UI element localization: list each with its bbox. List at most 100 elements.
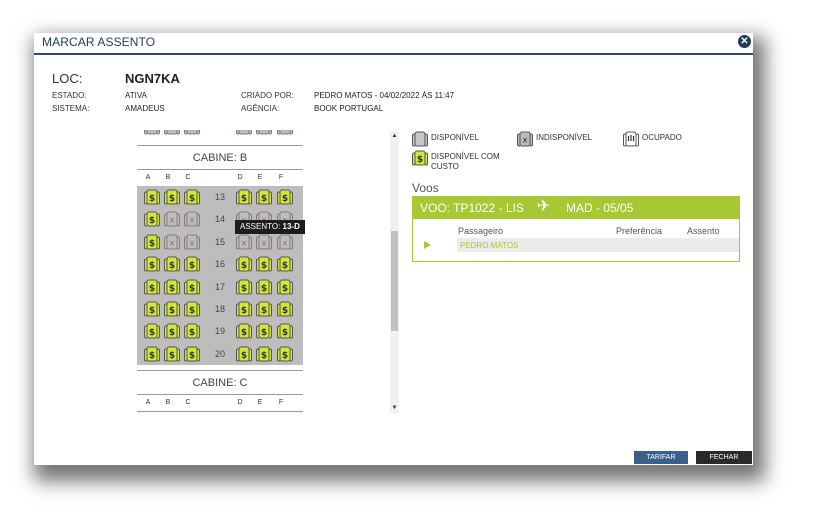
seat-occupied-icon xyxy=(623,131,639,147)
seat-18a[interactable]: $ xyxy=(144,301,160,318)
svg-text:$: $ xyxy=(261,328,267,338)
sistema-label: SISTEMA: xyxy=(52,104,90,113)
svg-text:x: x xyxy=(242,238,247,247)
column-header-a: A xyxy=(145,399,151,406)
seat-15f: x xyxy=(277,234,293,251)
divider xyxy=(137,145,303,146)
svg-text:$: $ xyxy=(417,155,423,165)
passenger-row[interactable]: PEDRO MATOS xyxy=(457,238,739,252)
flight-panel: VOO: TP1022 - LIS ✈ MAD - 05/05 Passagei… xyxy=(412,196,740,262)
seat-partial: x xyxy=(164,130,180,136)
criado-value: PEDRO MATOS - 04/02/2022 ÀS 11:47 xyxy=(314,91,455,100)
fechar-button[interactable]: FECHAR xyxy=(696,451,752,464)
seat-16e[interactable]: $ xyxy=(256,256,272,273)
row-number: 12 xyxy=(212,130,228,132)
seat-17d[interactable]: $ xyxy=(236,279,252,296)
seat-rows: $$$$$$13$xxxxx14$xxxxx15$$$$$$16$$$$$$17… xyxy=(137,186,303,365)
seat-17a[interactable]: $ xyxy=(144,279,160,296)
seat-17e[interactable]: $ xyxy=(256,279,272,296)
seat-row-17: $ $ $ $ $ $17 xyxy=(137,277,303,299)
play-arrow-icon[interactable] xyxy=(424,241,431,249)
svg-text:x: x xyxy=(262,238,267,247)
row-number: 17 xyxy=(214,281,225,292)
seat-19b[interactable]: $ xyxy=(164,323,180,340)
seat-19c[interactable]: $ xyxy=(184,323,200,340)
scrollbar[interactable]: ▲ ▼ xyxy=(390,131,399,413)
seat-20a[interactable]: $ xyxy=(144,346,160,363)
seat-18b[interactable]: $ xyxy=(164,301,180,318)
divider xyxy=(137,411,303,412)
seat-15a[interactable]: $ xyxy=(144,234,160,251)
seat-20e[interactable]: $ xyxy=(256,346,272,363)
seat-13f[interactable]: $ xyxy=(277,189,293,206)
svg-text:x: x xyxy=(170,216,175,225)
seat-17b[interactable]: $ xyxy=(164,279,180,296)
seat-partial: x xyxy=(256,130,272,136)
seat-16b[interactable]: $ xyxy=(164,256,180,273)
svg-text:$: $ xyxy=(149,351,155,361)
seat-16c[interactable]: $ xyxy=(184,256,200,273)
column-header-b: B xyxy=(165,399,171,406)
flight-header[interactable]: VOO: TP1022 - LIS ✈ MAD - 05/05 xyxy=(413,197,739,219)
column-header-c: C xyxy=(185,174,191,181)
seat-18c[interactable]: $ xyxy=(184,301,200,318)
svg-text:$: $ xyxy=(189,351,195,361)
svg-text:$: $ xyxy=(149,194,155,204)
seat-16d[interactable]: $ xyxy=(236,256,252,273)
seat-row-20: $ $ $ $ $ $20 xyxy=(137,344,303,366)
seat-18d[interactable]: $ xyxy=(236,301,252,318)
seat-20f[interactable]: $ xyxy=(277,346,293,363)
seat-18e[interactable]: $ xyxy=(256,301,272,318)
column-header-e: E xyxy=(257,399,263,406)
scroll-thumb[interactable] xyxy=(391,231,398,331)
seat-dialog: MARCAR ASSENTO ✕ LOC: NGN7KA ESTADO: ATI… xyxy=(34,33,753,465)
svg-text:x: x xyxy=(242,130,247,133)
seat-13d[interactable]: $ xyxy=(236,189,252,206)
seat-17f[interactable]: $ xyxy=(277,279,293,296)
seat-13a[interactable]: $ xyxy=(144,189,160,206)
column-header-f: F xyxy=(278,399,284,406)
agencia-label: AGÊNCIA: xyxy=(241,104,280,113)
svg-text:$: $ xyxy=(261,284,267,294)
svg-text:$: $ xyxy=(149,306,155,316)
seat-partial: x xyxy=(144,130,160,136)
seat-16f[interactable]: $ xyxy=(277,256,293,273)
seat-20d[interactable]: $ xyxy=(236,346,252,363)
seat-20c[interactable]: $ xyxy=(184,346,200,363)
seat-19d[interactable]: $ xyxy=(236,323,252,340)
seat-19a[interactable]: $ xyxy=(144,323,160,340)
svg-text:$: $ xyxy=(282,194,288,204)
svg-text:$: $ xyxy=(189,306,195,316)
seat-19e[interactable]: $ xyxy=(256,323,272,340)
seat-14a[interactable]: $ xyxy=(144,211,160,228)
svg-text:$: $ xyxy=(261,194,267,204)
criado-label: CRIADO POR: xyxy=(241,91,294,100)
svg-text:$: $ xyxy=(261,261,267,271)
seat-19f[interactable]: $ xyxy=(277,323,293,340)
close-icon[interactable]: ✕ xyxy=(738,35,751,48)
seat-13e[interactable]: $ xyxy=(256,189,272,206)
legend-ocupado-label: OCUPADO xyxy=(642,133,682,142)
seat-13c[interactable]: $ xyxy=(184,189,200,206)
seat-18f[interactable]: $ xyxy=(277,301,293,318)
svg-text:$: $ xyxy=(149,216,155,226)
svg-text:$: $ xyxy=(189,284,195,294)
scroll-down-arrow-icon[interactable]: ▼ xyxy=(390,403,399,413)
svg-text:$: $ xyxy=(149,261,155,271)
seat-row-15: $ x x x x x 15 xyxy=(137,232,303,254)
tarifar-button[interactable]: TARIFAR xyxy=(634,451,688,464)
seat-14c: x xyxy=(184,211,200,228)
flight-code: VOO: TP1022 - LIS xyxy=(420,201,524,215)
col-assento: Assento xyxy=(687,226,720,236)
row-number: 16 xyxy=(214,259,225,270)
svg-text:x: x xyxy=(262,130,267,133)
scroll-up-arrow-icon[interactable]: ▲ xyxy=(390,131,399,141)
tooltip-value: 13-D xyxy=(282,222,300,231)
seat-20b[interactable]: $ xyxy=(164,346,180,363)
svg-text:x: x xyxy=(150,130,155,133)
seat-17c[interactable]: $ xyxy=(184,279,200,296)
seat-13b[interactable]: $ xyxy=(164,189,180,206)
column-header-d: D xyxy=(237,174,243,181)
seat-16a[interactable]: $ xyxy=(144,256,160,273)
divider xyxy=(137,394,303,395)
